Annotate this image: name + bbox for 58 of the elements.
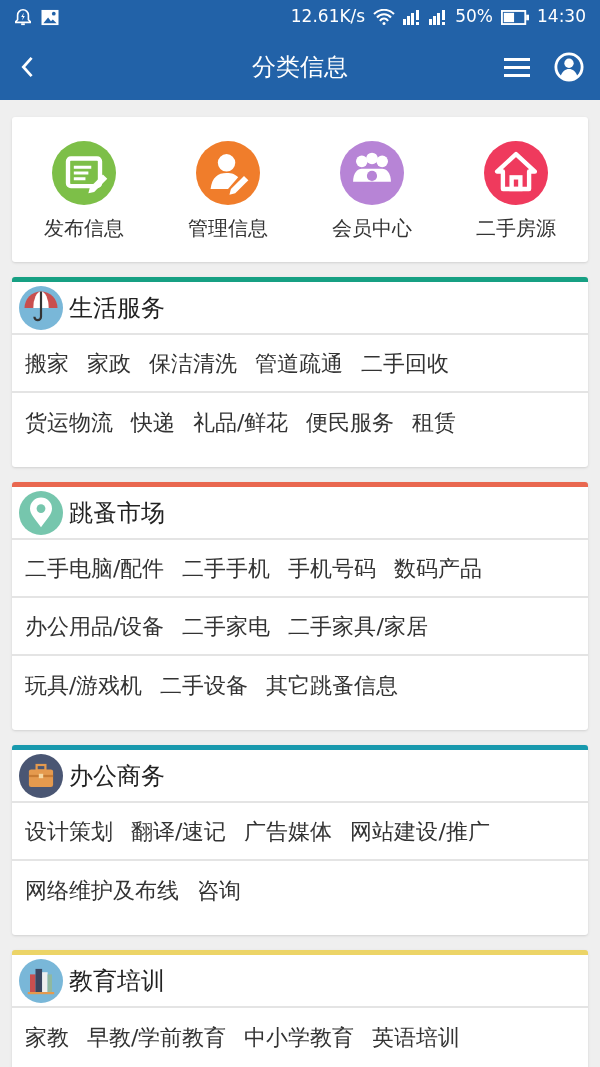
category-link[interactable]: 数码产品 (394, 551, 483, 585)
house-icon[interactable] (484, 140, 548, 205)
category-link[interactable]: 英语培训 (372, 1020, 461, 1054)
category-link[interactable]: 翻译/速记 (131, 814, 227, 848)
battery-level: 50% (455, 5, 493, 29)
category-link[interactable]: 货运物流 (25, 405, 113, 439)
category-title: 办公商务 (69, 760, 165, 792)
wifi-icon (373, 9, 396, 25)
category-link[interactable]: 设计策划 (25, 814, 113, 848)
category-link[interactable]: 保洁清洗 (149, 346, 237, 380)
umbrella-icon (19, 285, 63, 330)
category-link[interactable]: 管道疏通 (255, 346, 343, 380)
quick-link-label[interactable]: 管理信息 (188, 212, 268, 243)
category-link[interactable]: 便民服务 (306, 405, 395, 439)
category-link[interactable]: 广告媒体 (244, 814, 333, 848)
category-link[interactable]: 二手设备 (160, 668, 249, 702)
person-edit-icon[interactable] (196, 140, 260, 205)
briefcase-icon (19, 753, 63, 798)
category-link[interactable]: 二手回收 (361, 346, 449, 380)
category-link[interactable]: 玩具/游戏机 (25, 668, 143, 702)
category-link[interactable]: 租赁 (412, 405, 457, 439)
category-link[interactable]: 中小学教育 (244, 1020, 355, 1054)
battery-icon (501, 9, 529, 25)
clock: 14:30 (537, 5, 586, 29)
category-link[interactable]: 二手电脑/配件 (25, 551, 165, 585)
category-title: 生活服务 (69, 292, 165, 324)
network-speed: 12.61K/s (290, 5, 366, 29)
quick-link-label[interactable]: 发布信息 (44, 212, 124, 243)
image-icon (40, 8, 60, 26)
category-link[interactable]: 手机号码 (288, 551, 377, 585)
category-link[interactable]: 快递 (131, 405, 175, 439)
quick-link-label[interactable]: 二手房源 (476, 212, 556, 243)
page-title: 分类信息 (252, 52, 348, 83)
category-link[interactable]: 咨询 (197, 873, 241, 907)
group-icon[interactable] (340, 140, 404, 205)
category-link[interactable]: 办公用品/设备 (25, 609, 165, 643)
menu-icon[interactable] (504, 57, 530, 77)
category-title: 教育培训 (69, 965, 165, 997)
category-link[interactable]: 二手家电 (182, 609, 271, 643)
category-link[interactable]: 搬家 (25, 346, 69, 380)
category-link[interactable]: 早教/学前教育 (87, 1020, 227, 1054)
category-title: 跳蚤市场 (69, 497, 165, 529)
quick-link-label[interactable]: 会员中心 (332, 212, 412, 243)
category-link[interactable]: 家政 (87, 346, 131, 380)
category-link[interactable]: 其它跳蚤信息 (266, 668, 399, 702)
location-pin-icon (19, 490, 63, 535)
category-link[interactable]: 礼品/鲜花 (193, 405, 289, 439)
profile-icon[interactable] (554, 52, 584, 82)
category-link[interactable]: 二手手机 (182, 551, 271, 585)
notification-icon (14, 8, 32, 26)
signal-icon (429, 9, 448, 25)
category-link[interactable]: 网站建设/推广 (350, 814, 490, 848)
category-link[interactable]: 网络维护及布线 (25, 873, 179, 907)
document-edit-icon[interactable] (52, 140, 116, 205)
category-link[interactable]: 二手家具/家居 (288, 609, 428, 643)
signal-icon (403, 9, 422, 25)
books-icon (19, 958, 63, 1003)
category-link[interactable]: 家教 (25, 1020, 69, 1054)
